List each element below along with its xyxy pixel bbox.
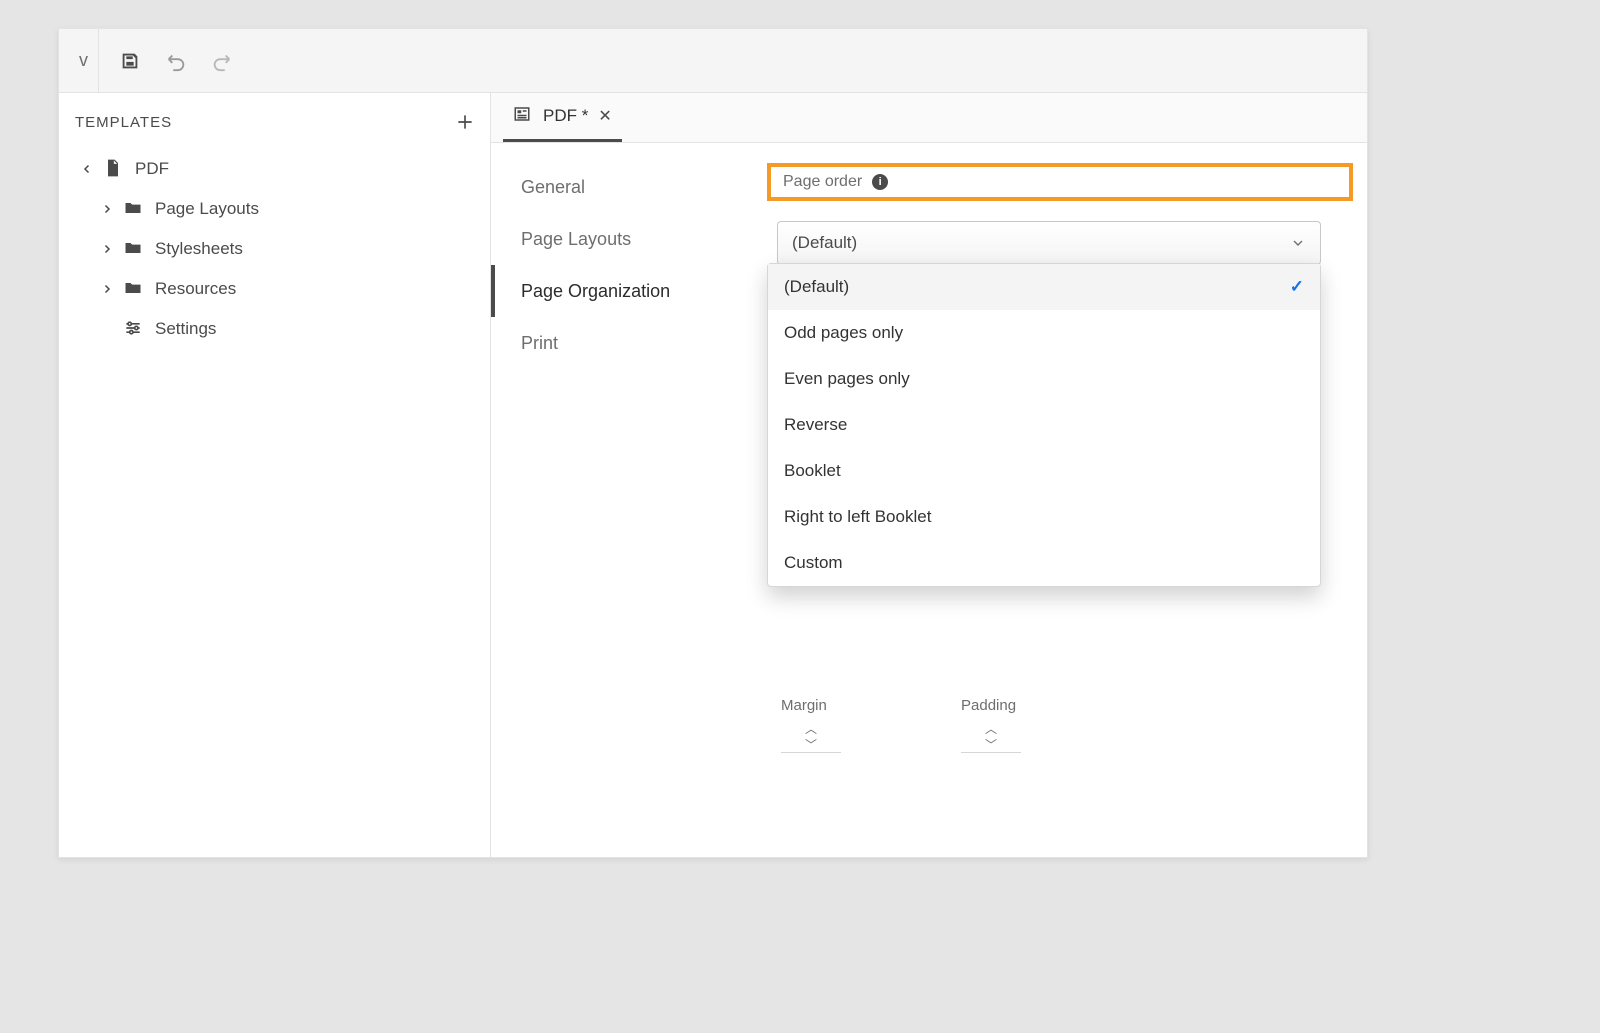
subnav-general[interactable]: General [491, 161, 749, 213]
sidebar: TEMPLATES PDF [59, 93, 491, 857]
chevron-right-icon [99, 283, 115, 295]
chevron-down-icon[interactable]: ﹀ [985, 736, 997, 752]
tree-item-stylesheets[interactable]: Stylesheets [59, 229, 490, 269]
padding-field: Padding ︿ ﹀ [961, 697, 1051, 753]
sidebar-title: TEMPLATES [75, 114, 172, 131]
dropdown-option-custom[interactable]: Custom [768, 540, 1320, 586]
toolbar-separator [98, 29, 99, 93]
save-icon[interactable] [119, 50, 141, 72]
dropdown-option-label: Booklet [784, 461, 841, 481]
tree-item-page-layouts[interactable]: Page Layouts [59, 189, 490, 229]
margin-field: Margin ︿ ﹀ [781, 697, 871, 753]
dropdown-option-even[interactable]: Even pages only [768, 356, 1320, 402]
subnav-print[interactable]: Print [491, 317, 749, 369]
tree-item-label: Resources [155, 279, 236, 299]
subnav-page-layouts[interactable]: Page Layouts [491, 213, 749, 265]
dropdown-option-default[interactable]: (Default) ✓ [768, 264, 1320, 310]
page-order-label-highlight: Page order i [767, 163, 1353, 201]
view-menu-stub[interactable]: v [79, 50, 88, 71]
page-order-dropdown: (Default) ✓ Odd pages only Even pages on… [767, 263, 1321, 587]
chevron-left-icon [79, 163, 95, 175]
chevron-up-icon[interactable]: ︿ [805, 720, 817, 736]
dropdown-option-odd[interactable]: Odd pages only [768, 310, 1320, 356]
dropdown-option-label: Custom [784, 553, 843, 573]
dropdown-option-label: Even pages only [784, 369, 910, 389]
top-toolbar: v [59, 29, 1367, 93]
tree-item-settings[interactable]: . Settings [59, 309, 490, 349]
padding-stepper[interactable]: ︿ ﹀ [961, 720, 1021, 753]
tree-item-label: PDF [135, 159, 169, 179]
dropdown-option-reverse[interactable]: Reverse [768, 402, 1320, 448]
tab-bar: PDF * ✕ [491, 93, 1367, 143]
tab-label: PDF * [543, 106, 588, 126]
tree-item-label: Stylesheets [155, 239, 243, 259]
dropdown-option-label: Odd pages only [784, 323, 903, 343]
check-icon: ✓ [1290, 277, 1304, 297]
page-order-select[interactable]: (Default) [777, 221, 1321, 265]
margin-stepper[interactable]: ︿ ﹀ [781, 720, 841, 753]
redo-icon[interactable] [211, 50, 233, 72]
chevron-right-icon [99, 243, 115, 255]
chevron-up-icon[interactable]: ︿ [985, 720, 997, 736]
chevron-down-icon[interactable]: ﹀ [805, 736, 817, 752]
settings-subnav: General Page Layouts Page Organization P… [491, 143, 749, 857]
tree-item-pdf[interactable]: PDF [59, 149, 490, 189]
dropdown-option-rtl-booklet[interactable]: Right to left Booklet [768, 494, 1320, 540]
close-icon[interactable]: ✕ [598, 106, 611, 126]
template-tree: PDF Page Layouts [59, 149, 490, 349]
subnav-page-organization[interactable]: Page Organization [491, 265, 749, 317]
tree-item-label: Page Layouts [155, 199, 259, 219]
dropdown-option-booklet[interactable]: Booklet [768, 448, 1320, 494]
dropdown-option-label: (Default) [784, 277, 849, 297]
settings-panel: Page order i (Default) [749, 143, 1367, 857]
pdf-file-icon [103, 158, 125, 180]
chevron-right-icon [99, 203, 115, 215]
settings-sliders-icon [123, 318, 145, 340]
page-order-selected-value: (Default) [792, 233, 857, 253]
undo-icon[interactable] [165, 50, 187, 72]
tree-item-resources[interactable]: Resources [59, 269, 490, 309]
tree-item-label: Settings [155, 319, 216, 339]
padding-label: Padding [961, 697, 1016, 714]
folder-icon [123, 198, 145, 220]
chevron-down-icon [1290, 235, 1306, 251]
page-order-label: Page order [783, 173, 862, 191]
margin-label: Margin [781, 697, 827, 714]
dropdown-option-label: Reverse [784, 415, 847, 435]
app-window: v TEMPLATES [58, 28, 1368, 858]
add-template-button[interactable] [454, 111, 476, 133]
document-icon [513, 105, 535, 127]
folder-icon [123, 238, 145, 260]
folder-icon [123, 278, 145, 300]
content-pane: PDF * ✕ General Page Layouts Page Organi… [491, 93, 1367, 857]
dropdown-option-label: Right to left Booklet [784, 507, 931, 527]
tab-pdf[interactable]: PDF * ✕ [503, 93, 622, 142]
info-icon[interactable]: i [872, 174, 888, 190]
